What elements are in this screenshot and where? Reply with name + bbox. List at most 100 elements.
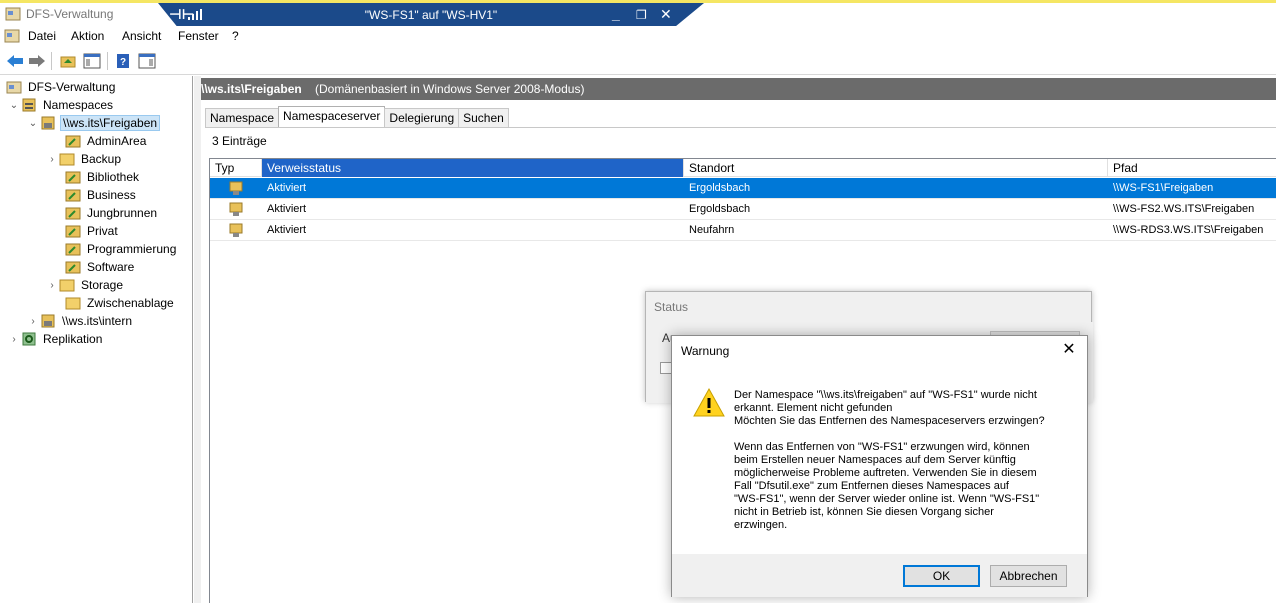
tab-namespace[interactable]: Namespace [205, 108, 280, 127]
warning-triangle-icon [693, 387, 725, 417]
folder-link-icon [65, 135, 81, 148]
remote-close-button[interactable]: ✕ [660, 6, 672, 23]
action-pane-button[interactable] [136, 51, 158, 71]
tree-item-dfs-root[interactable]: DFS-Verwaltung [6, 78, 117, 96]
content-header: \\ws.its\Freigaben (Domänenbasiert in Wi… [201, 78, 1276, 100]
row-location: Neufahrn [689, 224, 735, 236]
tree-item-folder[interactable]: Business [53, 186, 138, 204]
column-verweisstatus[interactable]: Verweisstatus [262, 159, 684, 177]
namespace-server-icon [41, 314, 55, 328]
remote-minimize-button[interactable]: _ [612, 6, 620, 22]
folder-link-icon [65, 261, 81, 274]
remote-session-title: "WS-FS1" auf "WS-HV1" [364, 8, 498, 22]
chevron-right-icon[interactable]: › [47, 154, 57, 165]
tree-item-folder[interactable]: › Storage [47, 276, 125, 294]
up-folder-button[interactable] [57, 51, 79, 71]
tab-namespaceserver[interactable]: Namespaceserver [278, 106, 386, 127]
warning-dialog-title: Warnung [681, 344, 730, 358]
folder-icon [59, 153, 75, 166]
tab-delegierung[interactable]: Delegierung [384, 108, 460, 127]
folder-link-icon [65, 225, 81, 238]
action-pane-icon [138, 53, 156, 69]
folder-icon [65, 297, 81, 310]
tree-item-replication[interactable]: › Replikation [9, 330, 104, 348]
column-standort[interactable]: Standort [684, 159, 1108, 177]
cancel-button[interactable]: Abbrechen [990, 565, 1067, 587]
dfs-management-icon [6, 81, 22, 94]
namespace-mode: (Domänenbasiert in Windows Server 2008-M… [315, 82, 585, 96]
tab-suchen[interactable]: Suchen [458, 108, 509, 127]
chevron-down-icon[interactable]: ⌄ [28, 118, 38, 129]
forward-button[interactable] [26, 51, 48, 71]
column-typ[interactable]: Typ [210, 159, 262, 177]
row-path: \\WS-RDS3.WS.ITS\Freigaben [1113, 224, 1264, 236]
folder-link-icon [65, 189, 81, 202]
folder-up-icon [60, 56, 76, 68]
folder-link-icon [65, 243, 81, 256]
tree-item-folder[interactable]: Programmierung [53, 240, 178, 258]
remote-restore-button[interactable]: ❐ [636, 8, 647, 22]
menu-aktion[interactable]: Aktion [71, 29, 104, 43]
warning-message: Der Namespace "\\ws.its\freigaben" auf "… [734, 389, 1045, 531]
tree-item-ns-freigaben[interactable]: ⌄ \\ws.its\Freigaben [28, 114, 161, 132]
table-row[interactable]: Aktiviert Ergoldsbach \\WS-FS2.WS.ITS\Fr… [210, 199, 1276, 219]
table-row[interactable]: Aktiviert Ergoldsbach \\WS-FS1\Freigaben [210, 178, 1276, 198]
row-status: Aktiviert [267, 224, 307, 236]
namespace-server-icon [229, 223, 243, 237]
column-pfad[interactable]: Pfad [1108, 159, 1276, 177]
tab-strip: Namespace Namespaceserver Delegierung Su… [205, 106, 509, 128]
arrow-left-icon [7, 55, 23, 67]
folder-link-icon [65, 207, 81, 220]
namespaces-icon [22, 98, 36, 112]
replication-icon [22, 332, 36, 346]
arrow-right-icon [29, 55, 45, 67]
toolbar: ? [0, 48, 1276, 75]
tree-item-ns-intern[interactable]: › \\ws.its\intern [28, 312, 134, 330]
row-location: Ergoldsbach [689, 182, 751, 194]
folder-link-icon [65, 171, 81, 184]
tree-item-folder[interactable]: Zwischenablage [53, 294, 176, 312]
app-title: DFS-Verwaltung [26, 7, 114, 21]
chevron-right-icon[interactable]: › [28, 316, 38, 327]
back-button[interactable] [4, 51, 26, 71]
console-tree: DFS-Verwaltung ⌄ Namespaces ⌄ \\ws.its\F… [0, 76, 193, 603]
row-status: Aktiviert [267, 182, 307, 194]
tree-item-namespaces[interactable]: ⌄ Namespaces [9, 96, 115, 114]
tree-item-folder[interactable]: › Backup [47, 150, 123, 168]
warning-dialog: Warnung ✕ Der Namespace "\\ws.its\freiga… [671, 335, 1088, 597]
tree-item-folder[interactable]: AdminArea [53, 132, 148, 150]
menu-datei[interactable]: Datei [28, 29, 56, 43]
svg-text:?: ? [120, 57, 126, 68]
table-row[interactable]: Aktiviert Neufahrn \\WS-RDS3.WS.ITS\Frei… [210, 220, 1276, 240]
menu-ansicht[interactable]: Ansicht [122, 29, 161, 43]
help-button[interactable]: ? [112, 51, 134, 71]
help-book-icon: ? [117, 54, 129, 68]
ok-button[interactable]: OK [903, 565, 980, 587]
entry-count: 3 Einträge [212, 134, 267, 148]
chevron-right-icon[interactable]: › [9, 334, 19, 345]
menu-help[interactable]: ? [232, 29, 239, 43]
row-status: Aktiviert [267, 203, 307, 215]
row-path: \\WS-FS1\Freigaben [1113, 182, 1214, 194]
namespace-server-icon [41, 116, 55, 130]
chevron-right-icon[interactable]: › [47, 280, 57, 291]
tree-item-folder[interactable]: Jungbrunnen [53, 204, 159, 222]
row-location: Ergoldsbach [689, 203, 751, 215]
menu-fenster[interactable]: Fenster [178, 29, 219, 43]
tree-item-folder[interactable]: Privat [53, 222, 120, 240]
pane-splitter[interactable] [194, 76, 201, 603]
namespace-server-icon [229, 181, 243, 195]
tree-item-folder[interactable]: Software [53, 258, 136, 276]
mmc-menu-icon[interactable] [4, 28, 20, 44]
close-icon[interactable]: ✕ [1059, 340, 1079, 360]
dfs-app-icon [5, 7, 21, 21]
list-header: Typ Verweisstatus Standort Pfad [210, 159, 1276, 177]
namespace-server-icon [229, 202, 243, 216]
warning-footer: OK Abbrechen [672, 554, 1087, 597]
chevron-down-icon[interactable]: ⌄ [9, 100, 19, 111]
folder-icon [59, 279, 75, 292]
show-hide-tree-button[interactable] [81, 51, 103, 71]
menu-bar: Datei Aktion Ansicht Fenster ? [0, 26, 1276, 47]
tree-item-folder[interactable]: Bibliothek [53, 168, 141, 186]
console-tree-icon [83, 53, 101, 69]
